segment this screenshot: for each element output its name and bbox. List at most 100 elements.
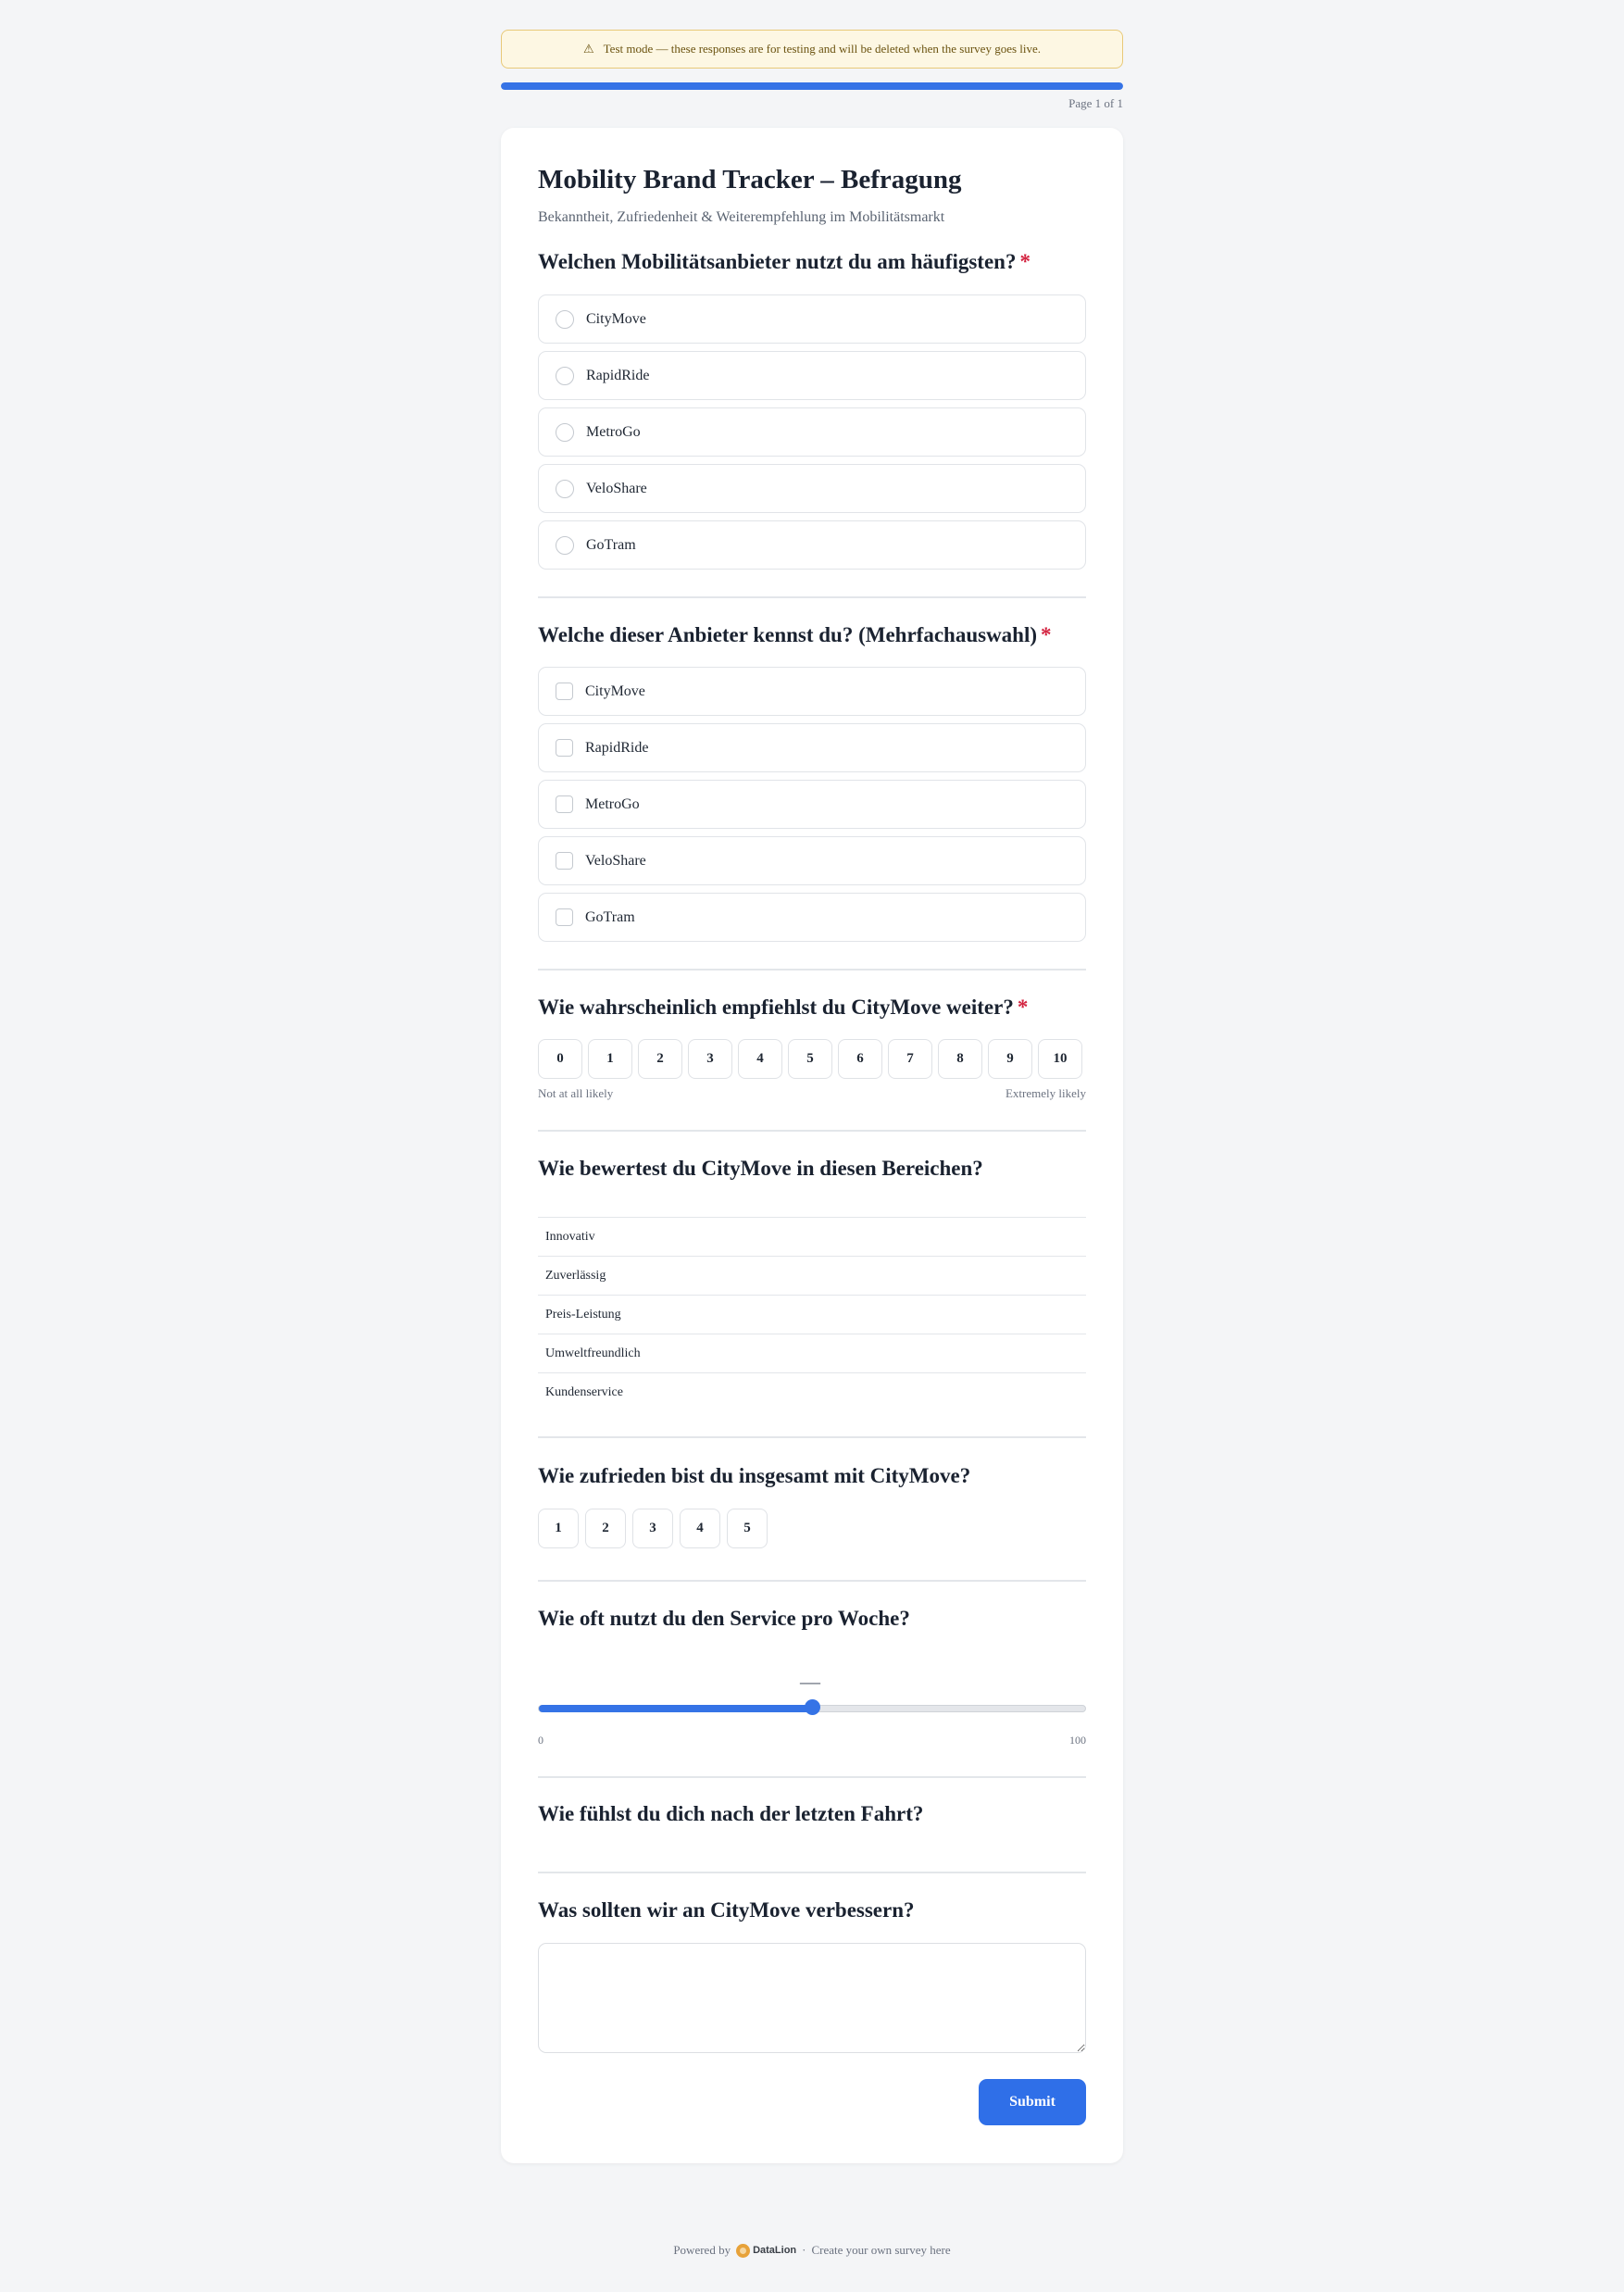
slider-min-label: 0: [538, 1734, 543, 1747]
survey-card: Mobility Brand Tracker – Befragung Bekan…: [501, 128, 1123, 2163]
radio-option[interactable]: MetroGo: [538, 407, 1086, 457]
option-label: GoTram: [586, 536, 636, 553]
question-1-text: Welchen Mobilitätsanbieter nutzt du am h…: [538, 250, 1017, 273]
radio-option[interactable]: VeloShare: [538, 464, 1086, 513]
option-label: MetroGo: [586, 423, 641, 440]
page-indicator: Page 1 of 1: [1068, 96, 1123, 110]
footer: Powered by DataLion · Create your own su…: [0, 2243, 1624, 2258]
rating-option[interactable]: 2: [585, 1509, 626, 1548]
question-3-text: Wie wahrscheinlich empfiehlst du CityMov…: [538, 996, 1014, 1019]
divider: [538, 1872, 1086, 1873]
rating-option[interactable]: 5: [727, 1509, 768, 1548]
option-label: GoTram: [585, 908, 635, 925]
nps-option[interactable]: 2: [638, 1039, 682, 1079]
question-8-title: Was sollten wir an CityMove verbessern?: [538, 1898, 915, 1922]
question-6-title: Wie oft nutzt du den Service pro Woche?: [538, 1607, 910, 1630]
checkbox-option[interactable]: GoTram: [538, 893, 1086, 942]
required-marker: *: [1019, 250, 1031, 273]
survey-subtitle: Bekanntheit, Zufriedenheit & Weiterempfe…: [538, 209, 945, 225]
checkbox[interactable]: [556, 795, 573, 813]
divider: [538, 596, 1086, 598]
divider: [538, 969, 1086, 971]
nps-option[interactable]: 1: [588, 1039, 632, 1079]
nps-option[interactable]: 0: [538, 1039, 582, 1079]
divider: [538, 1436, 1086, 1438]
footer-separator: ·: [802, 2243, 806, 2257]
nps-option[interactable]: 5: [788, 1039, 832, 1079]
rating-option[interactable]: 3: [632, 1509, 673, 1548]
nps-high-label: Extremely likely: [1005, 1086, 1086, 1100]
nps-option[interactable]: 7: [888, 1039, 932, 1079]
warning-icon: ⚠: [582, 42, 594, 56]
question-4-title: Wie bewertest du CityMove in diesen Bere…: [538, 1157, 983, 1180]
matrix-row: Preis-Leistung: [538, 1295, 1086, 1334]
radio-button[interactable]: [556, 366, 574, 385]
option-label: CityMove: [586, 310, 646, 327]
checkbox[interactable]: [556, 852, 573, 870]
matrix-row: Innovativ: [538, 1217, 1086, 1256]
powered-by-text: Powered by: [673, 2243, 731, 2257]
checkbox-option[interactable]: MetroGo: [538, 780, 1086, 829]
test-mode-banner: ⚠ Test mode — these responses are for te…: [501, 30, 1123, 69]
question-5-title: Wie zufrieden bist du insgesamt mit City…: [538, 1464, 971, 1487]
divider: [538, 1130, 1086, 1132]
radio-button[interactable]: [556, 309, 574, 329]
datalion-logo[interactable]: DataLion: [736, 2243, 797, 2258]
option-label: CityMove: [585, 683, 645, 699]
rating-option[interactable]: 1: [538, 1509, 579, 1548]
radio-option[interactable]: RapidRide: [538, 351, 1086, 400]
progress-fill: [501, 82, 1123, 90]
slider-track[interactable]: [538, 1699, 1086, 1715]
option-label: VeloShare: [586, 480, 647, 496]
slider-fill: [539, 1705, 812, 1712]
option-label: RapidRide: [585, 739, 649, 756]
question-3-title: Wie wahrscheinlich empfiehlst du CityMov…: [538, 996, 1028, 1020]
survey-title: Mobility Brand Tracker – Befragung: [538, 165, 962, 194]
nps-option[interactable]: 9: [988, 1039, 1032, 1079]
progress-bar: [501, 82, 1123, 90]
option-label: RapidRide: [586, 367, 650, 383]
radio-button[interactable]: [556, 479, 574, 498]
checkbox-option[interactable]: CityMove: [538, 667, 1086, 716]
checkbox-option[interactable]: VeloShare: [538, 836, 1086, 885]
test-mode-text: Test mode — these responses are for test…: [603, 42, 1042, 56]
datalion-logo-icon: [736, 2243, 751, 2258]
question-1-title: Welchen Mobilitätsanbieter nutzt du am h…: [538, 250, 1031, 274]
question-2-text: Welche dieser Anbieter kennst du? (Mehrf…: [538, 623, 1038, 646]
divider: [538, 1776, 1086, 1778]
rating-option[interactable]: 4: [680, 1509, 720, 1548]
checkbox[interactable]: [556, 739, 573, 757]
radio-option[interactable]: CityMove: [538, 294, 1086, 344]
checkbox[interactable]: [556, 908, 573, 926]
slider-max-label: 100: [1069, 1734, 1086, 1747]
matrix-row: Kundenservice: [538, 1372, 1086, 1411]
required-marker: *: [1041, 623, 1052, 646]
radio-option[interactable]: GoTram: [538, 520, 1086, 570]
nps-low-label: Not at all likely: [538, 1086, 614, 1100]
feedback-textarea[interactable]: [538, 1943, 1086, 2053]
option-label: VeloShare: [585, 852, 646, 869]
nps-option[interactable]: 3: [688, 1039, 732, 1079]
radio-button[interactable]: [556, 535, 574, 555]
checkbox-option[interactable]: RapidRide: [538, 723, 1086, 772]
datalion-logo-text: DataLion: [753, 2245, 797, 2256]
checkbox[interactable]: [556, 683, 573, 700]
nps-option[interactable]: 8: [938, 1039, 982, 1079]
divider: [538, 1580, 1086, 1582]
create-survey-link[interactable]: Create your own survey here: [811, 2243, 950, 2258]
slider-thumb[interactable]: [805, 1699, 820, 1715]
required-marker: *: [1017, 996, 1029, 1019]
matrix-row: Umweltfreundlich: [538, 1334, 1086, 1372]
slider-value-display: —: [800, 1670, 820, 1693]
nps-scale: 0 1 2 3 4 5 6 7 8 9 10: [538, 1039, 1082, 1079]
nps-option[interactable]: 6: [838, 1039, 882, 1079]
radio-button[interactable]: [556, 422, 574, 442]
question-2-title: Welche dieser Anbieter kennst du? (Mehrf…: [538, 623, 1052, 647]
rating-scale: 1 2 3 4 5: [538, 1509, 768, 1548]
matrix-row: Zuverlässig: [538, 1256, 1086, 1295]
nps-option[interactable]: 4: [738, 1039, 782, 1079]
nps-option[interactable]: 10: [1038, 1039, 1082, 1079]
question-7-title: Wie fühlst du dich nach der letzten Fahr…: [538, 1802, 924, 1825]
submit-button[interactable]: Submit: [979, 2079, 1086, 2125]
option-label: MetroGo: [585, 795, 640, 812]
